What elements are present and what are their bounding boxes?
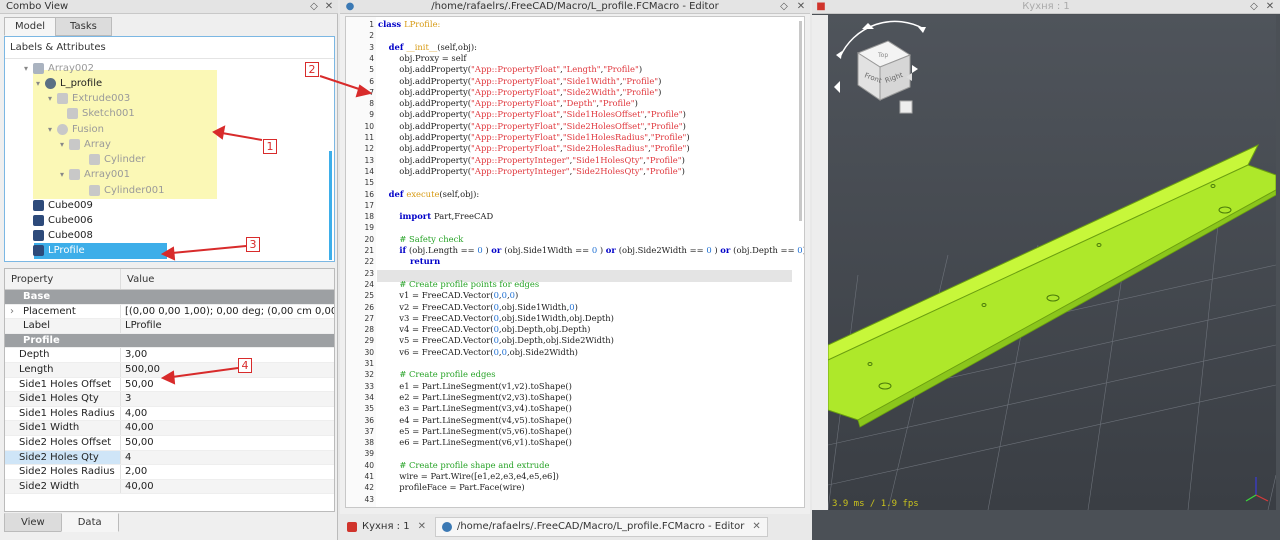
callout-4: 4 [238,358,252,373]
callout-3: 3 [246,237,260,252]
callout-1: 1 [263,139,277,154]
callout-2: 2 [305,62,319,77]
annotation-arrows [160,75,373,385]
screen: Combo View ◇ ✕ Model Tasks Labels & Attr… [0,0,1280,540]
